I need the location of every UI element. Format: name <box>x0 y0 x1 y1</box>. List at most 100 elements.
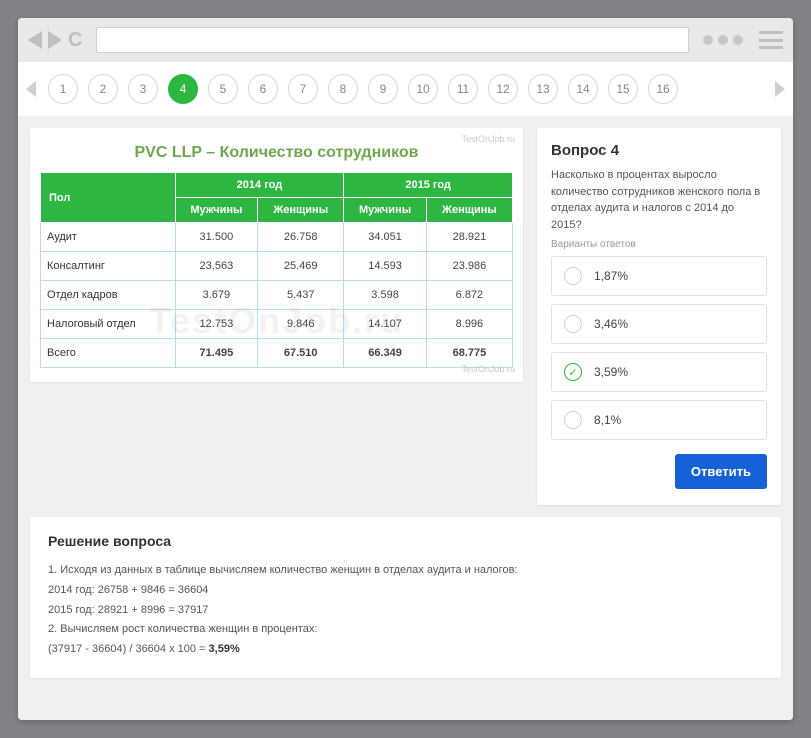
pager-prev-icon[interactable] <box>26 81 36 97</box>
page-button-7[interactable]: 7 <box>288 74 318 104</box>
radio-icon <box>564 267 582 285</box>
table-row: Аудит31.50026.75834.05128.921 <box>41 223 513 252</box>
cell: 3.598 <box>344 281 427 310</box>
answer-option[interactable]: 8,1% <box>551 400 767 440</box>
column-header-m2: Мужчины <box>344 198 427 223</box>
page-button-11[interactable]: 11 <box>448 74 478 104</box>
page-button-15[interactable]: 15 <box>608 74 638 104</box>
page-button-8[interactable]: 8 <box>328 74 358 104</box>
watermark-small-br: TestOnJob.ru <box>461 364 515 374</box>
cell: 3.679 <box>175 281 258 310</box>
page-button-9[interactable]: 9 <box>368 74 398 104</box>
cell: 23.986 <box>426 252 512 281</box>
answer-button[interactable]: Ответить <box>675 454 767 489</box>
cell: 12.753 <box>175 310 258 339</box>
row-label-total: Всего <box>41 339 176 368</box>
solution-line: 1. Исходя из данных в таблице вычисляем … <box>48 561 763 581</box>
row-label: Аудит <box>41 223 176 252</box>
page-button-6[interactable]: 6 <box>248 74 278 104</box>
table-row: Налоговый отдел12.7539.84614.1078.996 <box>41 310 513 339</box>
page-button-13[interactable]: 13 <box>528 74 558 104</box>
employee-table: Пол 2014 год 2015 год Мужчины Женщины Му… <box>40 172 513 368</box>
option-label: 3,46% <box>594 317 628 331</box>
cell: 26.758 <box>258 223 344 252</box>
table-title: PVC LLP – Количество сотрудников <box>40 144 513 162</box>
window-dot <box>718 35 728 45</box>
variants-label: Варианты ответов <box>551 239 767 250</box>
cell: 34.051 <box>344 223 427 252</box>
table-row-total: Всего71.49567.51066.34968.775 <box>41 339 513 368</box>
solution-line: 2. Вычисляем рост количества женщин в пр… <box>48 620 763 640</box>
cell: 71.495 <box>175 339 258 368</box>
page-button-5[interactable]: 5 <box>208 74 238 104</box>
window-dots <box>703 35 743 45</box>
cell: 5.437 <box>258 281 344 310</box>
page-button-4[interactable]: 4 <box>168 74 198 104</box>
answer-option[interactable]: 1,87% <box>551 256 767 296</box>
pager-next-icon[interactable] <box>775 81 785 97</box>
pagination-bar: 12345678910111213141516 <box>18 62 793 116</box>
cell: 14.107 <box>344 310 427 339</box>
answer-option[interactable]: 3,59% <box>551 352 767 392</box>
page-button-3[interactable]: 3 <box>128 74 158 104</box>
row-label: Консалтинг <box>41 252 176 281</box>
radio-icon <box>564 315 582 333</box>
radio-icon <box>564 411 582 429</box>
page-button-16[interactable]: 16 <box>648 74 678 104</box>
row-label: Налоговый отдел <box>41 310 176 339</box>
cell: 66.349 <box>344 339 427 368</box>
page-button-10[interactable]: 10 <box>408 74 438 104</box>
cell: 67.510 <box>258 339 344 368</box>
watermark-small: TestOnJob.ru <box>461 134 515 144</box>
solution-panel: Решение вопроса 1. Исходя из данных в та… <box>30 517 781 678</box>
page-button-2[interactable]: 2 <box>88 74 118 104</box>
question-title: Вопрос 4 <box>551 142 767 159</box>
window-dot <box>733 35 743 45</box>
cell: 6.872 <box>426 281 512 310</box>
column-header-gender: Пол <box>41 173 176 223</box>
page-button-12[interactable]: 12 <box>488 74 518 104</box>
solution-result: 3,59% <box>209 643 240 655</box>
page-button-14[interactable]: 14 <box>568 74 598 104</box>
browser-frame: C 12345678910111213141516 TestOnJob.ru P… <box>18 18 793 720</box>
pagination-list: 12345678910111213141516 <box>44 74 767 104</box>
table-row: Отдел кадров3.6795.4373.5986.872 <box>41 281 513 310</box>
solution-line: 2014 год: 26758 + 9846 = 36604 <box>48 581 763 601</box>
menu-icon[interactable] <box>759 31 783 49</box>
table-row: Консалтинг23.56325.46914.59323.986 <box>41 252 513 281</box>
cell: 8.996 <box>426 310 512 339</box>
solution-body: 1. Исходя из данных в таблице вычисляем … <box>48 561 763 660</box>
option-label: 8,1% <box>594 413 621 427</box>
column-header-w1: Женщины <box>258 198 344 223</box>
question-panel: Вопрос 4 Насколько в процентах выросло к… <box>537 128 781 505</box>
cell: 25.469 <box>258 252 344 281</box>
browser-topbar: C <box>18 18 793 62</box>
url-bar[interactable] <box>96 27 689 53</box>
column-header-w2: Женщины <box>426 198 512 223</box>
option-label: 3,59% <box>594 365 628 379</box>
nav-back-icon[interactable] <box>28 31 42 49</box>
cell: 14.593 <box>344 252 427 281</box>
window-dot <box>703 35 713 45</box>
cell: 23.563 <box>175 252 258 281</box>
cell: 28.921 <box>426 223 512 252</box>
solution-title: Решение вопроса <box>48 533 763 549</box>
column-header-year1: 2014 год <box>175 173 344 198</box>
option-label: 1,87% <box>594 269 628 283</box>
solution-line: 2015 год: 28921 + 8996 = 37917 <box>48 601 763 621</box>
radio-icon <box>564 363 582 381</box>
cell: 9.846 <box>258 310 344 339</box>
question-text: Насколько в процентах выросло количество… <box>551 167 767 233</box>
nav-reload-icon[interactable]: C <box>68 30 82 50</box>
solution-expr: (37917 - 36604) / 36604 x 100 = <box>48 643 209 655</box>
answer-option[interactable]: 3,46% <box>551 304 767 344</box>
page-button-1[interactable]: 1 <box>48 74 78 104</box>
column-header-m1: Мужчины <box>175 198 258 223</box>
employee-table-card: TestOnJob.ru PVC LLP – Количество сотруд… <box>30 128 523 382</box>
row-label: Отдел кадров <box>41 281 176 310</box>
nav-forward-icon[interactable] <box>48 31 62 49</box>
solution-line: (37917 - 36604) / 36604 x 100 = 3,59% <box>48 640 763 660</box>
page-body: 12345678910111213141516 TestOnJob.ru PVC… <box>18 62 793 720</box>
cell: 31.500 <box>175 223 258 252</box>
column-header-year2: 2015 год <box>344 173 513 198</box>
